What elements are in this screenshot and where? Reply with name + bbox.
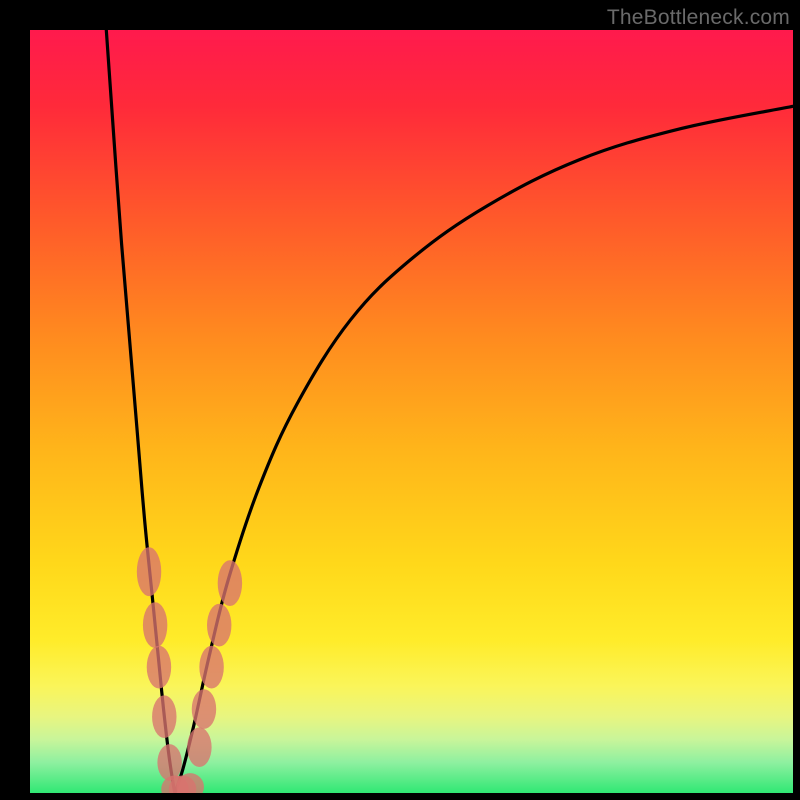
data-marker — [207, 604, 231, 647]
chart-frame: TheBottleneck.com — [0, 0, 800, 800]
watermark-text: TheBottleneck.com — [607, 6, 790, 30]
data-marker — [192, 689, 216, 729]
data-markers — [137, 547, 242, 793]
data-marker — [137, 547, 161, 596]
data-marker — [143, 602, 167, 648]
chart-svg — [30, 30, 793, 793]
data-marker — [199, 646, 223, 689]
curve-right — [175, 106, 793, 793]
data-marker — [218, 560, 242, 606]
data-marker — [152, 695, 176, 738]
data-marker — [157, 744, 181, 781]
plot-area — [30, 30, 793, 793]
data-marker — [147, 646, 171, 689]
data-marker — [187, 727, 211, 767]
